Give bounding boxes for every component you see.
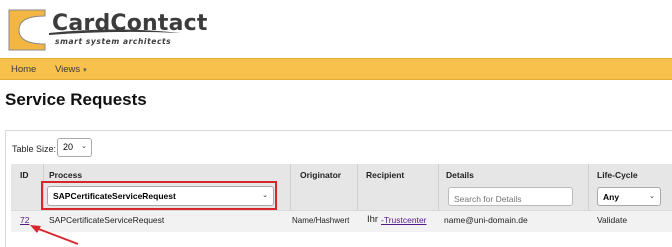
column-header-process[interactable]: Process	[49, 170, 82, 180]
column-header-id[interactable]: ID	[20, 170, 29, 180]
lifecycle-filter-select[interactable]: Any ⌄	[597, 187, 661, 206]
row-recipient-link[interactable]: -Trustcenter	[381, 215, 427, 225]
nav-views-menu[interactable]: Views ▾	[55, 64, 87, 75]
table-size-select[interactable]: 20 ⌄	[57, 138, 92, 157]
chevron-down-icon: ⌄	[81, 143, 87, 150]
row-lifecycle: Validate	[597, 215, 628, 225]
chevron-down-icon: ⌄	[649, 193, 655, 200]
column-header-details[interactable]: Details	[446, 170, 474, 180]
column-header-recipient[interactable]: Recipient	[366, 170, 404, 180]
table-size-label: Table Size:	[12, 144, 57, 154]
nav-home[interactable]: Home	[11, 64, 36, 75]
header: CardContact smart system architects	[0, 0, 672, 58]
logo-brand-name: CardContact	[52, 11, 208, 36]
row-originator: Name/Hashwert	[292, 216, 350, 225]
row-details: name@uni-domain.de	[444, 215, 528, 225]
details-search-input[interactable]	[448, 187, 573, 206]
nav-bar: Home Views ▾	[0, 58, 672, 80]
row-recipient-prefix: Ihr	[367, 214, 379, 225]
column-header-originator[interactable]: Originator	[300, 170, 341, 180]
annotation-highlight-box	[41, 181, 277, 210]
nav-views-label: Views	[55, 64, 81, 75]
column-header-lifecycle[interactable]: Life-Cycle	[597, 170, 638, 180]
annotation-arrow-icon	[30, 225, 79, 245]
lifecycle-filter-value: Any	[603, 192, 620, 202]
caret-down-icon: ▾	[83, 67, 87, 74]
logo-tagline: smart system architects	[55, 37, 172, 46]
table-size-value: 20	[63, 142, 74, 152]
page-title: Service Requests	[5, 90, 147, 109]
cardcontact-logo[interactable]: CardContact smart system architects	[5, 6, 207, 51]
